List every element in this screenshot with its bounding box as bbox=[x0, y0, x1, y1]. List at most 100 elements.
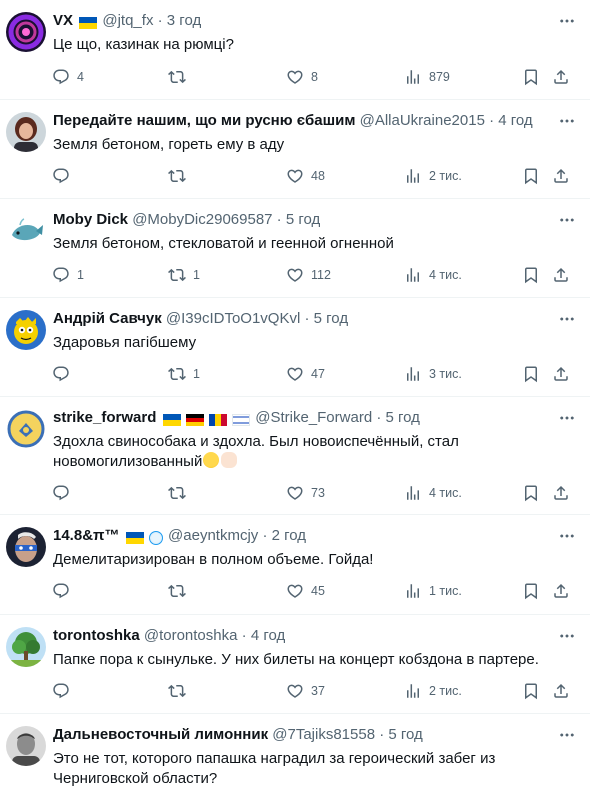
avatar[interactable] bbox=[6, 409, 46, 449]
reply-button[interactable] bbox=[52, 364, 77, 384]
like-button[interactable]: 47 bbox=[286, 364, 325, 384]
share-button[interactable] bbox=[552, 483, 570, 503]
views-button[interactable]: 879 bbox=[404, 67, 450, 87]
like-button[interactable]: 73 bbox=[286, 483, 325, 503]
reply-button[interactable] bbox=[52, 483, 77, 503]
bookmark-button[interactable] bbox=[522, 581, 540, 601]
user-handle[interactable]: @MobyDic29069587 bbox=[132, 211, 272, 228]
timestamp[interactable]: 4 год bbox=[251, 627, 285, 644]
views-button[interactable]: 3 тис. bbox=[404, 364, 462, 384]
more-options-icon[interactable] bbox=[558, 409, 576, 427]
user-handle[interactable]: @torontoshka bbox=[144, 627, 238, 644]
more-options-icon[interactable] bbox=[558, 211, 576, 229]
retweet-button[interactable] bbox=[168, 166, 193, 186]
views-button[interactable]: 2 тис. bbox=[404, 681, 462, 701]
share-button[interactable] bbox=[552, 67, 570, 87]
like-button[interactable]: 45 bbox=[286, 581, 325, 601]
retweet-button[interactable] bbox=[168, 681, 193, 701]
avatar[interactable] bbox=[6, 12, 46, 52]
user-handle[interactable]: @AllaUkraine2015 bbox=[360, 112, 485, 129]
display-name[interactable]: Андрій Савчук bbox=[53, 310, 162, 327]
more-options-icon[interactable] bbox=[558, 112, 576, 130]
retweet-button[interactable] bbox=[168, 483, 193, 503]
timestamp[interactable]: 5 год bbox=[388, 726, 422, 743]
like-button[interactable]: 48 bbox=[286, 166, 325, 186]
share-button[interactable] bbox=[552, 364, 570, 384]
more-options-icon[interactable] bbox=[558, 726, 576, 744]
reply-button[interactable]: 4 bbox=[52, 67, 84, 87]
retweet-icon bbox=[168, 68, 186, 86]
bookmark-button[interactable] bbox=[522, 483, 540, 503]
avatar[interactable] bbox=[6, 211, 46, 251]
tweet-text: Здохла свинособака и здохла. Был новоисп… bbox=[53, 432, 560, 472]
retweet-button[interactable] bbox=[168, 67, 193, 87]
share-icon bbox=[552, 484, 570, 502]
display-name[interactable]: torontoshka bbox=[53, 627, 140, 644]
display-name[interactable]: 14.8&π™ bbox=[53, 527, 120, 544]
tweet[interactable]: Дальневосточный лимонник @7Tajiks81558 ·… bbox=[0, 714, 590, 795]
more-options-icon[interactable] bbox=[558, 627, 576, 645]
avatar[interactable] bbox=[6, 310, 46, 350]
avatar[interactable] bbox=[6, 527, 46, 567]
like-button[interactable]: 37 bbox=[286, 681, 325, 701]
reply-button[interactable] bbox=[52, 581, 77, 601]
view-count: 1 тис. bbox=[429, 584, 462, 598]
like-button[interactable]: 112 bbox=[286, 265, 331, 285]
bookmark-button[interactable] bbox=[522, 67, 540, 87]
display-name[interactable]: Moby Dick bbox=[53, 211, 128, 228]
israel-flag-icon bbox=[232, 414, 251, 427]
tweet[interactable]: Передайте нашим, що ми русню єбашим @All… bbox=[0, 100, 590, 199]
views-button[interactable]: 2 тис. bbox=[404, 166, 462, 186]
tweet[interactable]: 14.8&π™ @aeyntkmcjy · 2 год Демелитаризи… bbox=[0, 515, 590, 615]
tweet[interactable]: torontoshka @torontoshka · 4 год Папке п… bbox=[0, 615, 590, 714]
timestamp[interactable]: 2 год bbox=[272, 527, 306, 544]
share-icon bbox=[552, 365, 570, 383]
avatar[interactable] bbox=[6, 627, 46, 667]
reply-button[interactable] bbox=[52, 681, 77, 701]
tweet[interactable]: Moby Dick @MobyDic29069587 · 5 год Земля… bbox=[0, 199, 590, 298]
display-name[interactable]: strike_forward bbox=[53, 409, 156, 426]
timestamp[interactable]: 3 год bbox=[167, 12, 201, 29]
reply-button[interactable]: 1 bbox=[52, 265, 84, 285]
timestamp[interactable]: 5 год bbox=[386, 409, 420, 426]
views-button[interactable]: 1 тис. bbox=[404, 581, 462, 601]
display-name[interactable]: Передайте нашим, що ми русню єбашим bbox=[53, 112, 355, 129]
retweet-button[interactable]: 1 bbox=[168, 364, 200, 384]
bookmark-button[interactable] bbox=[522, 364, 540, 384]
timestamp[interactable]: 5 год bbox=[314, 310, 348, 327]
tweet[interactable]: strike_forward @Strike_Forward · 5 год З… bbox=[0, 397, 590, 515]
tweet-text-line-2: новомогилизованный bbox=[53, 453, 203, 470]
share-button[interactable] bbox=[552, 581, 570, 601]
retweet-button[interactable]: 1 bbox=[168, 265, 200, 285]
more-options-icon[interactable] bbox=[558, 310, 576, 328]
tweet[interactable]: VX @jtq_fx · 3 год Це що, казинак на рюм… bbox=[0, 0, 590, 100]
user-handle[interactable]: @jtq_fx bbox=[102, 12, 153, 29]
user-handle[interactable]: @aeyntkmcjy bbox=[168, 527, 258, 544]
more-options-icon[interactable] bbox=[558, 12, 576, 30]
like-count: 47 bbox=[311, 367, 325, 381]
bookmark-button[interactable] bbox=[522, 265, 540, 285]
views-button[interactable]: 4 тис. bbox=[404, 483, 462, 503]
user-handle[interactable]: @Strike_Forward bbox=[255, 409, 372, 426]
share-button[interactable] bbox=[552, 265, 570, 285]
heart-icon bbox=[286, 266, 304, 284]
more-options-icon[interactable] bbox=[558, 527, 576, 545]
like-button[interactable]: 8 bbox=[286, 67, 318, 87]
bookmark-button[interactable] bbox=[522, 681, 540, 701]
display-name[interactable]: VX bbox=[53, 12, 73, 29]
display-name[interactable]: Дальневосточный лимонник bbox=[53, 726, 268, 743]
timestamp[interactable]: 5 год bbox=[286, 211, 320, 228]
share-button[interactable] bbox=[552, 681, 570, 701]
user-handle[interactable]: @7Tajiks81558 bbox=[272, 726, 375, 743]
views-button[interactable]: 4 тис. bbox=[404, 265, 462, 285]
timestamp[interactable]: 4 год bbox=[498, 112, 532, 129]
user-handle[interactable]: @I39cIDToO1vQKvl bbox=[166, 310, 300, 327]
reply-button[interactable] bbox=[52, 166, 77, 186]
separator-dot: · bbox=[304, 310, 310, 327]
retweet-button[interactable] bbox=[168, 581, 193, 601]
share-button[interactable] bbox=[552, 166, 570, 186]
avatar[interactable] bbox=[6, 112, 46, 152]
tweet[interactable]: Андрій Савчук @I39cIDToO1vQKvl · 5 год З… bbox=[0, 298, 590, 397]
avatar[interactable] bbox=[6, 726, 46, 766]
bookmark-button[interactable] bbox=[522, 166, 540, 186]
